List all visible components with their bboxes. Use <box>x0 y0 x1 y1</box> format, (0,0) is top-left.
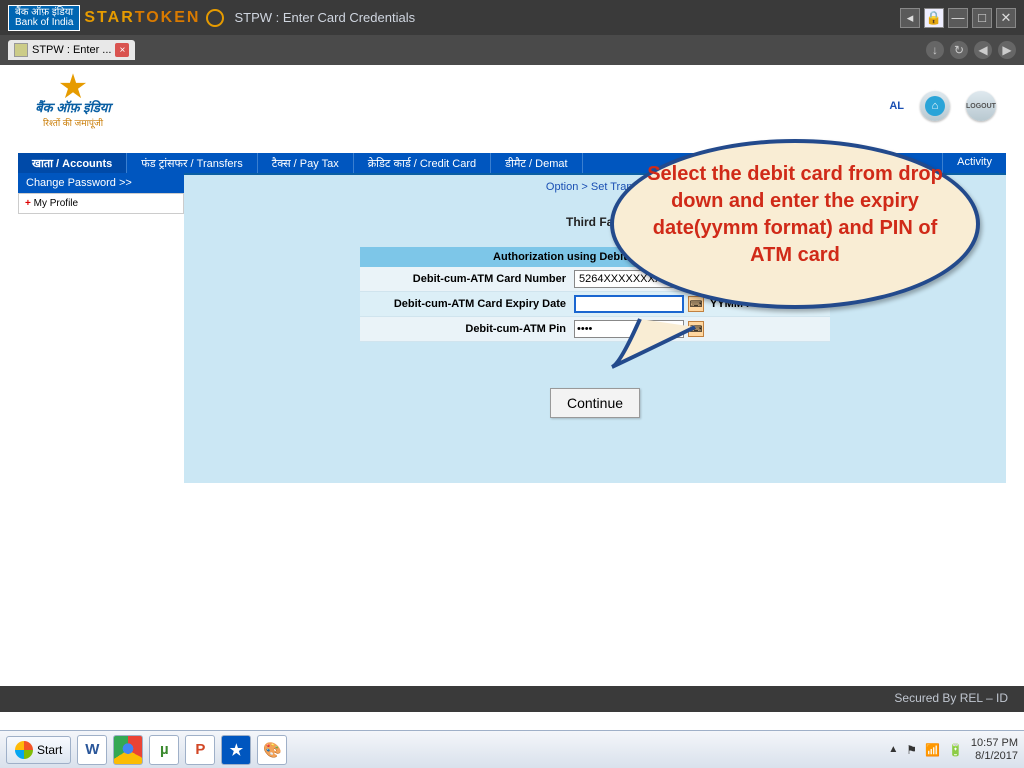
sidebar-my-profile[interactable]: + My Profile <box>18 193 184 214</box>
minimize-button[interactable]: — <box>948 8 968 28</box>
label-pin: Debit-cum-ATM Pin <box>360 319 570 339</box>
close-button[interactable]: ✕ <box>996 8 1016 28</box>
logout-label: LOGOUT <box>966 103 996 110</box>
label-card-number: Debit-cum-ATM Card Number <box>360 269 570 289</box>
taskbar-paint-icon[interactable]: 🎨 <box>257 735 287 765</box>
window-title: STPW : Enter Card Credentials <box>234 10 415 25</box>
bank-name: बैंक ऑफ़ इंडिया <box>35 98 111 116</box>
nav-accounts[interactable]: खाता / Accounts <box>18 153 127 173</box>
tray-date: 8/1/2017 <box>971 750 1018 763</box>
nav-creditcard[interactable]: क्रेडिट कार्ड / Credit Card <box>354 153 491 173</box>
callout-text: Select the debit card from drop down and… <box>635 161 955 269</box>
bank-logo: ★ बैंक ऑफ़ इंडिया रिश्तों की जमापूंजी <box>18 73 128 133</box>
brand-token: TOKEN <box>135 9 201 26</box>
logo-text-en: Bank of India <box>15 18 73 28</box>
tray-flag-icon[interactable]: ⚑ <box>906 743 917 757</box>
plus-icon: + <box>25 198 34 209</box>
logout-button[interactable]: LOGOUT <box>966 91 996 121</box>
tray-battery-icon[interactable]: 🔋 <box>948 743 963 757</box>
taskbar-chrome-icon[interactable] <box>113 735 143 765</box>
tab-close-button[interactable]: × <box>115 43 129 57</box>
system-tray: ▲ ⚑ 📶 🔋 10:57 PM 8/1/2017 <box>888 737 1018 762</box>
bank-tagline: रिश्तों की जमापूंजी <box>43 116 103 129</box>
chain-icon <box>206 9 224 27</box>
al-label: AL <box>889 100 904 112</box>
browser-tab[interactable]: STPW : Enter ... × <box>8 40 135 60</box>
label-expiry: Debit-cum-ATM Card Expiry Date <box>360 294 570 314</box>
star-icon: ★ <box>58 77 88 97</box>
nav-back-icon[interactable]: ◀ <box>974 41 992 59</box>
startoken-brand: STARTOKEN <box>84 9 200 27</box>
taskbar-powerpoint-icon[interactable]: P <box>185 735 215 765</box>
nav-refresh-icon[interactable]: ↻ <box>950 41 968 59</box>
sidebar: Change Password >> + My Profile <box>18 173 184 483</box>
boi-mini-logo: बैंक ऑफ़ इंडिया Bank of India <box>8 5 80 31</box>
tray-clock[interactable]: 10:57 PM 8/1/2017 <box>971 737 1018 762</box>
tab-label: STPW : Enter ... <box>32 44 111 56</box>
maximize-button[interactable]: □ <box>972 8 992 28</box>
lock-button[interactable]: 🔒 <box>924 8 944 28</box>
nav-forward-icon[interactable]: ▶ <box>998 41 1016 59</box>
tray-up-icon[interactable]: ▲ <box>888 744 898 755</box>
start-button[interactable]: Start <box>6 736 71 764</box>
nav-down-icon[interactable]: ↓ <box>926 41 944 59</box>
home-icon: ⌂ <box>925 96 945 116</box>
taskbar-word-icon[interactable]: W <box>77 735 107 765</box>
tray-network-icon[interactable]: 📶 <box>925 743 940 757</box>
home-button[interactable]: ⌂ <box>920 91 950 121</box>
nav-transfers[interactable]: फंड ट्रांसफर / Transfers <box>127 153 257 173</box>
footer-strip <box>0 686 1024 712</box>
continue-button[interactable]: Continue <box>550 388 640 418</box>
tab-favicon-icon <box>14 43 28 57</box>
taskbar-startoken-icon[interactable]: ★ <box>221 735 251 765</box>
brand-star: STAR <box>84 9 134 26</box>
sidebar-item-label: My Profile <box>34 198 78 209</box>
start-label: Start <box>37 743 62 757</box>
page-content: ★ बैंक ऑफ़ इंडिया रिश्तों की जमापूंजी AL… <box>0 65 1024 712</box>
nav-paytax[interactable]: टैक्स / Pay Tax <box>258 153 354 173</box>
sidebar-change-password[interactable]: Change Password >> <box>18 173 184 193</box>
tray-time: 10:57 PM <box>971 737 1018 750</box>
windows-icon <box>15 741 33 759</box>
taskbar-utorrent-icon[interactable]: µ <box>149 735 179 765</box>
logo-text-hi: बैंक ऑफ़ इंडिया <box>15 8 73 18</box>
secured-by: Secured By REL – ID <box>884 688 1018 708</box>
back-button[interactable]: ◂ <box>900 8 920 28</box>
instruction-callout: Select the debit card from drop down and… <box>610 139 990 339</box>
browser-tabbar: STPW : Enter ... × ↓ ↻ ◀ ▶ <box>0 35 1024 65</box>
windows-taskbar: Start W µ P ★ 🎨 ▲ ⚑ 📶 🔋 10:57 PM 8/1/201… <box>0 730 1024 768</box>
nav-demat[interactable]: डीमैट / Demat <box>491 153 582 173</box>
app-titlebar: बैंक ऑफ़ इंडिया Bank of India STARTOKEN … <box>0 0 1024 35</box>
